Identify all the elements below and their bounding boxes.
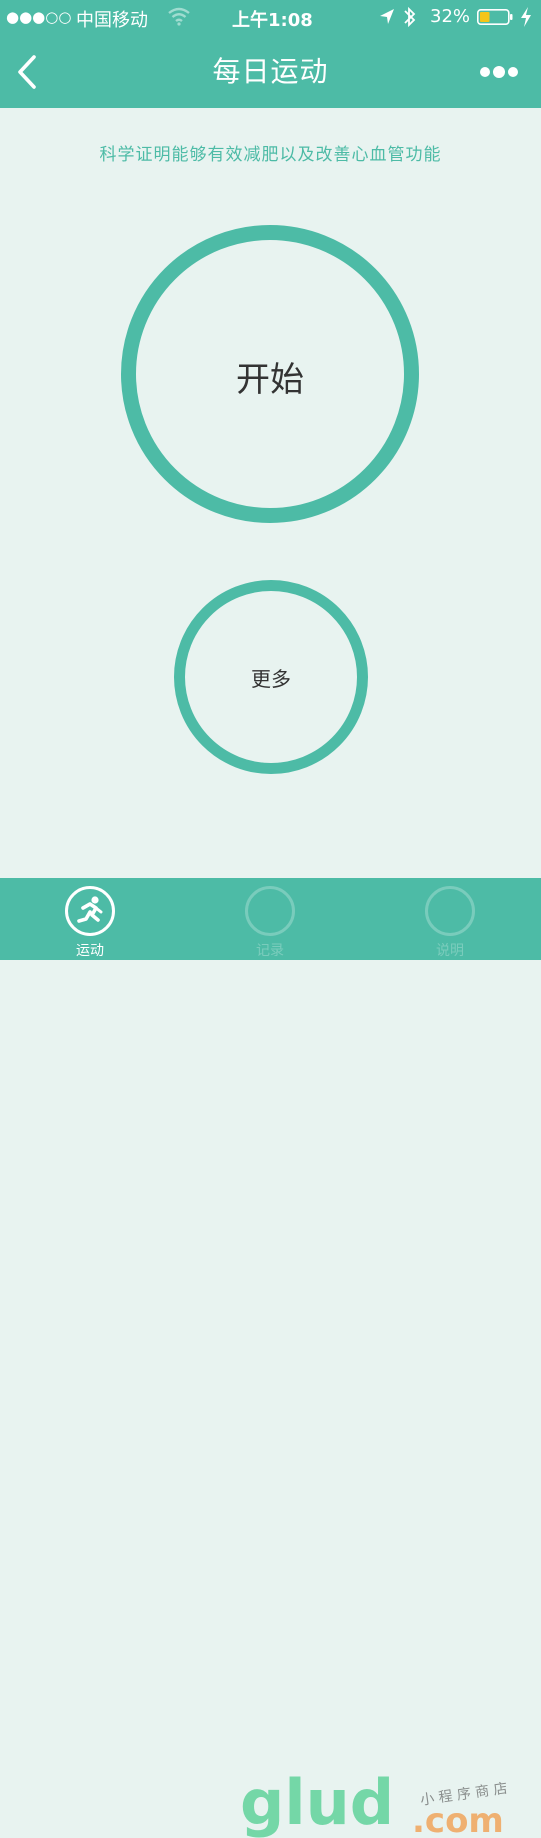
record-icon — [245, 886, 295, 936]
info-icon — [425, 886, 475, 936]
header: ●●●○○ 中国移动 上午1:08 32% 每日运动 — [0, 0, 541, 108]
runner-icon — [65, 886, 115, 936]
page-title: 每日运动 — [212, 55, 329, 88]
more-button-label: 更多 — [251, 666, 291, 691]
charging-icon — [521, 7, 531, 27]
svg-text:小 程 序 商 店: 小 程 序 商 店 — [419, 1781, 508, 1809]
tab-exercise[interactable]: 运动 — [30, 878, 150, 960]
battery-percent: 32% — [430, 6, 471, 27]
carrier-name: 中国移动 — [76, 10, 148, 31]
clock: 上午1:08 — [232, 10, 313, 31]
watermark-logo: glud .com 小 程 序 商 店 — [240, 1766, 509, 1838]
wifi-icon — [168, 7, 190, 26]
more-button[interactable]: 更多 — [174, 580, 368, 774]
tab-bar: 运动 记录 说明 glud .com 小 程 序 商 店 — [0, 878, 541, 1838]
signal-strength-icon: ●●●○○ — [6, 8, 72, 26]
svg-text:.com: .com — [412, 1801, 504, 1838]
svg-text:glud: glud — [240, 1766, 394, 1838]
more-options-icon[interactable] — [476, 60, 522, 84]
location-icon — [380, 9, 394, 24]
start-button-label: 开始 — [236, 359, 304, 400]
bluetooth-icon — [404, 6, 416, 28]
battery-icon — [477, 9, 513, 25]
tab-records[interactable]: 记录 — [210, 878, 330, 960]
tab-info[interactable]: 说明 — [390, 878, 510, 960]
back-chevron-icon[interactable] — [14, 54, 42, 90]
tab-label: 记录 — [256, 943, 284, 959]
start-button[interactable]: 开始 — [121, 225, 419, 523]
subtitle: 科学证明能够有效减肥以及改善心血管功能 — [99, 145, 442, 165]
tab-label: 说明 — [436, 943, 464, 959]
tab-label: 运动 — [76, 943, 104, 959]
status-bar: ●●●○○ 中国移动 上午1:08 32% — [0, 0, 541, 36]
